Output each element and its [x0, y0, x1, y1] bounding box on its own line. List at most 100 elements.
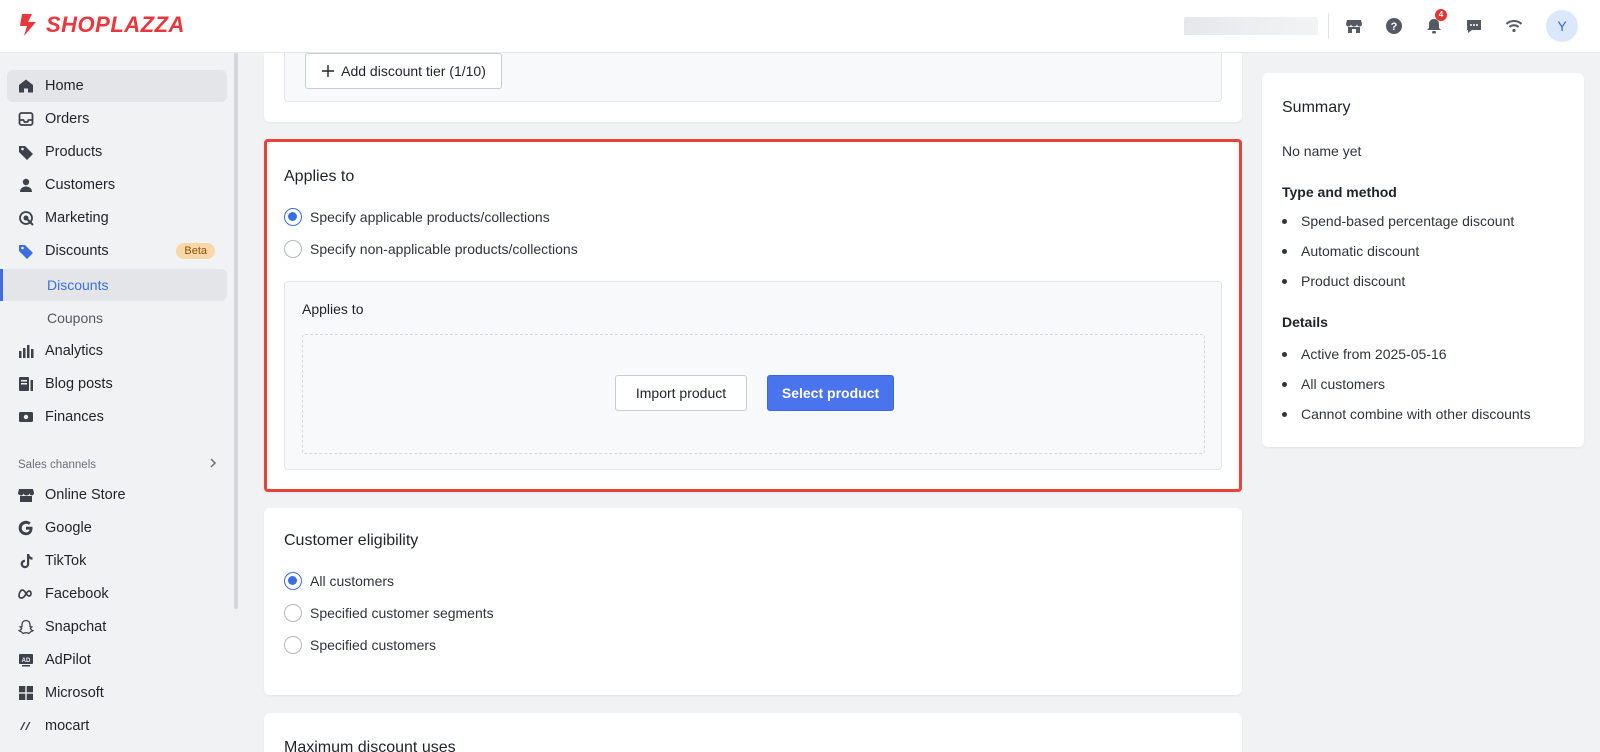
- radio-label: All customers: [310, 573, 395, 589]
- radio-non-applicable-products[interactable]: Specify non-applicable products/collecti…: [284, 240, 578, 258]
- message-icon[interactable]: [1462, 14, 1486, 38]
- discount-icon: [17, 242, 35, 260]
- radio-label: Specify non-applicable products/collecti…: [310, 241, 578, 257]
- sidebar-item-label: Snapchat: [45, 619, 107, 635]
- sidebar-item-orders[interactable]: Orders: [7, 103, 227, 135]
- summary-detail-item: Cannot combine with other discounts: [1282, 406, 1531, 422]
- sidebar-item-analytics[interactable]: Analytics: [7, 335, 227, 367]
- sidebar-channel-tiktok[interactable]: TikTok: [7, 545, 227, 577]
- summary-detail-item: All customers: [1282, 376, 1385, 392]
- sidebar-item-label: Marketing: [45, 210, 109, 226]
- sidebar-channel-microsoft[interactable]: Microsoft: [7, 677, 227, 709]
- tag-icon: [17, 143, 35, 161]
- divider: [1328, 13, 1329, 39]
- sales-channels-header[interactable]: Sales channels: [18, 458, 218, 471]
- sidebar-channel-adpilot[interactable]: AD AdPilot: [7, 644, 227, 676]
- mocart-icon: [17, 717, 35, 735]
- radio-specified-customers[interactable]: Specified customers: [284, 636, 436, 654]
- sidebar-channel-facebook[interactable]: Facebook: [7, 578, 227, 610]
- customer-eligibility-title: Customer eligibility: [284, 532, 419, 549]
- sidebar-item-label: Customers: [45, 177, 116, 193]
- sidebar-item-label: Analytics: [45, 343, 104, 359]
- chevron-right-icon[interactable]: [208, 458, 218, 471]
- section-label: Sales channels: [18, 458, 96, 471]
- tiktok-icon: [17, 552, 35, 570]
- radio-customer-segments[interactable]: Specified customer segments: [284, 604, 494, 622]
- sidebar-item-discounts[interactable]: Discounts Beta: [7, 235, 227, 267]
- sidebar-item-label: Microsoft: [45, 685, 104, 701]
- radio-selected-icon[interactable]: [284, 208, 302, 226]
- sidebar-item-customers[interactable]: Customers: [7, 169, 227, 201]
- bell-icon[interactable]: 4: [1422, 9, 1447, 38]
- wifi-icon[interactable]: [1502, 14, 1526, 38]
- product-drop-zone: Import product Select product: [302, 334, 1205, 454]
- radio-unselected-icon[interactable]: [284, 604, 302, 622]
- sidebar-item-products[interactable]: Products: [7, 136, 227, 168]
- radio-selected-icon[interactable]: [284, 572, 302, 590]
- sidebar-item-label: Google: [45, 520, 92, 536]
- notification-badge: 4: [1435, 9, 1447, 21]
- radio-unselected-icon[interactable]: [284, 240, 302, 258]
- sidebar-item-label: Discounts: [45, 243, 109, 259]
- inbox-icon: [17, 110, 35, 128]
- snapchat-icon: [17, 618, 35, 636]
- radio-applicable-products[interactable]: Specify applicable products/collections: [284, 208, 550, 226]
- sidebar-channel-snapchat[interactable]: Snapchat: [7, 611, 227, 643]
- sidebar-item-label: mocart: [45, 718, 90, 734]
- shoplazza-logo-icon: [20, 14, 36, 36]
- user-avatar[interactable]: Y: [1546, 10, 1578, 42]
- summary-details-heading: Details: [1282, 314, 1328, 330]
- sidebar-item-label: Products: [45, 144, 103, 160]
- adpilot-icon: AD: [17, 651, 35, 669]
- radio-unselected-icon[interactable]: [284, 636, 302, 654]
- sidebar-item-label: Home: [45, 78, 84, 94]
- applies-to-title: Applies to: [284, 168, 355, 185]
- summary-type-item: Automatic discount: [1282, 243, 1419, 259]
- plus-icon: [321, 64, 335, 78]
- maximum-discount-uses-title: Maximum discount uses: [284, 739, 456, 752]
- sidebar-channel-online-store[interactable]: Online Store: [7, 479, 227, 511]
- discount-tiers-card: Add discount tier (1/10): [264, 53, 1242, 122]
- summary-type-item: Spend-based percentage discount: [1282, 213, 1514, 229]
- sidebar-channel-google[interactable]: Google: [7, 512, 227, 544]
- sidebar-subitem-discounts[interactable]: Discounts: [0, 269, 227, 301]
- import-product-button[interactable]: Import product: [615, 375, 747, 411]
- sidebar-channel-mocart[interactable]: mocart: [7, 710, 227, 742]
- radio-label: Specify applicable products/collections: [310, 209, 550, 225]
- sidebar-item-home[interactable]: Home: [7, 70, 227, 102]
- sidebar-item-label: Facebook: [45, 586, 109, 602]
- sidebar-item-blog-posts[interactable]: Blog posts: [7, 368, 227, 400]
- select-product-button[interactable]: Select product: [767, 375, 894, 411]
- help-icon[interactable]: ?: [1382, 14, 1406, 38]
- summary-type-item: Product discount: [1282, 273, 1405, 289]
- chart-icon: [17, 342, 35, 360]
- sidebar-item-label: TikTok: [45, 553, 87, 569]
- sidebar-item-finances[interactable]: Finances: [7, 401, 227, 433]
- beta-badge: Beta: [176, 243, 215, 259]
- summary-type-heading: Type and method: [1282, 184, 1397, 200]
- sidebar-item-label: AdPilot: [45, 652, 91, 668]
- summary-card: Summary No name yet Type and method Spen…: [1262, 73, 1584, 447]
- google-icon: [17, 519, 35, 537]
- sidebar-subitem-coupons[interactable]: Coupons: [0, 302, 227, 334]
- svg-text:AD: AD: [22, 658, 31, 664]
- top-bar: SHOPLAZZA ? 4 Y: [0, 0, 1600, 53]
- user-icon: [17, 176, 35, 194]
- store-icon: [17, 486, 35, 504]
- radio-all-customers[interactable]: All customers: [284, 572, 394, 590]
- brand-logo[interactable]: SHOPLAZZA: [18, 12, 185, 38]
- sidebar-item-marketing[interactable]: Marketing: [7, 202, 227, 234]
- blog-icon: [17, 375, 35, 393]
- store-name-blurred[interactable]: [1184, 17, 1318, 35]
- store-icon[interactable]: [1342, 14, 1366, 38]
- sidebar-item-label: Blog posts: [45, 376, 113, 392]
- applies-to-card: Applies to Specify applicable products/c…: [264, 139, 1242, 492]
- sidebar-item-label: Online Store: [45, 487, 126, 503]
- sidebar-scrollbar[interactable]: [234, 53, 238, 609]
- svg-text:?: ?: [1391, 21, 1398, 33]
- customer-eligibility-card: Customer eligibility All customers Speci…: [264, 508, 1242, 695]
- add-discount-tier-button[interactable]: Add discount tier (1/10): [305, 53, 502, 89]
- maximum-discount-uses-card: Maximum discount uses: [264, 713, 1242, 752]
- sidebar-item-label: Orders: [45, 111, 90, 127]
- summary-title: Summary: [1282, 99, 1351, 116]
